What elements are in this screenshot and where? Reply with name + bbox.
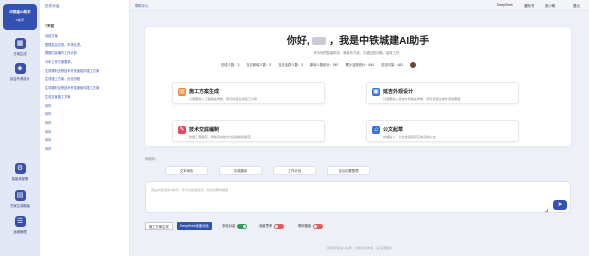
stat-online: 在线人数：3 xyxy=(221,63,240,67)
logout-link[interactable]: 退出 xyxy=(573,3,580,8)
notice-link[interactable]: 通知书 xyxy=(524,3,534,8)
footer-disclaimer: 所有回答由AI生成，内容仅供参考，请仔细甄别 xyxy=(327,246,392,250)
sidebar-item-label: 智能体配置 xyxy=(11,177,29,181)
document-icon: ▤ xyxy=(178,88,186,96)
history-item[interactable]: 生成顺利交桥技术开发面组件施工方案 xyxy=(45,84,129,93)
multiturn-label: 多轮对话 xyxy=(222,224,236,228)
stat-daily-active: 当日活跃人数：3 xyxy=(278,63,304,67)
sidebar-item-ops[interactable]: ☰ 运维管理 xyxy=(0,216,40,234)
multiturn-toggle[interactable]: 多轮对话 xyxy=(222,222,248,230)
send-button[interactable]: ➤ xyxy=(553,200,567,210)
stats-row: 在线人数：3 当日新增人数：3 当日活跃人数：3 新增人数统计：567 累计活跃… xyxy=(221,62,422,69)
history-item[interactable]: 你好 xyxy=(45,128,129,137)
quick-prompt-minutes[interactable]: 会议纪要整理 xyxy=(327,166,370,175)
card-construction-plan[interactable]: ▤ 施工方案生成 只需要输入工程相关参数，即可快速生成施工方案 xyxy=(172,82,325,104)
app-logo[interactable]: 中铁建AI助手 AI助手 xyxy=(3,4,37,30)
help-center-link[interactable]: 帮助中心 xyxy=(135,3,149,8)
history-item[interactable]: 你好 xyxy=(45,110,129,119)
history-item[interactable]: 生成顺利交桥技术开发面组件施工方案 xyxy=(45,67,129,76)
sidebar-item-agent-config[interactable]: ⚙ 智能体配置 xyxy=(0,163,40,181)
chat-input-placeholder: 我是中铁城建AI助手，你可以给我提问，然后我帮你解答 xyxy=(151,188,229,192)
sidebar-item-label: 方案生成 xyxy=(13,52,27,56)
stat-daily-new: 当日新增人数：3 xyxy=(246,63,272,67)
history-title: 历史对话 xyxy=(45,4,60,8)
main-sidebar: 中铁建AI助手 AI助手 ▦ 方案生成 ◈ 延吉外观设计 ⚙ 智能体配置 ▤ 方… xyxy=(0,0,40,256)
stack-icon: ☰ xyxy=(14,216,26,227)
stat-active-total: 累计活跃统计：654 xyxy=(345,63,375,67)
sidebar-item-design[interactable]: ◈ 延吉外观设计 xyxy=(0,63,40,81)
image-icon: ▣ xyxy=(372,88,380,96)
card-description: 只需要输入延吉外观相关参数，即可快速生成外观效果图 xyxy=(383,97,461,101)
sidebar-item-label: 延吉外观设计 xyxy=(10,77,30,81)
history-item[interactable]: 你好 xyxy=(45,102,129,111)
construction-plan-button[interactable]: 施工方案生成 xyxy=(145,222,173,230)
sidebar-item-label: 运维管理 xyxy=(13,230,27,234)
avatar[interactable] xyxy=(409,62,416,69)
card-title: 延吉外观设计 xyxy=(383,89,414,95)
bell-icon: ♫ xyxy=(372,126,380,134)
toggle-switch-off[interactable] xyxy=(313,223,324,229)
toggle-switch-on[interactable] xyxy=(237,223,248,229)
greeting-prefix: 你好, xyxy=(286,36,310,47)
stat-visits: 总访问量：463 xyxy=(380,63,403,67)
card-title: 公文起草 xyxy=(383,127,404,133)
quick-prompt-work-plan[interactable]: 工作计划 xyxy=(273,166,316,175)
greeting-title: 你好, ，我是中铁城建AI助手 xyxy=(145,32,571,47)
greeting-subtitle: 作为你的智能助手，我能写方案，又能回答问题，高效工作。 xyxy=(313,51,403,55)
template-icon: ▤ xyxy=(14,190,26,201)
card-description: 依据工程规范，帮助完成技术交底编制和规范 xyxy=(189,135,251,139)
stat-new-total: 新增人数统计：567 xyxy=(309,63,339,67)
history-list: 请给方案 整理会议记录，市场比重。 根据内容编写工作计划 今年工作方案要求。 生… xyxy=(45,32,129,154)
welcome-panel: 你好, ，我是中铁城建AI助手 作为你的智能助手，我能写方案，又能回答问题，高效… xyxy=(145,27,571,146)
deepseek-link[interactable]: DeepSeek xyxy=(497,3,513,7)
card-description: 只需要输入工程相关参数，即可快速生成施工方案 xyxy=(189,97,258,101)
sidebar-item-templates[interactable]: ▤ 方案生成模板 xyxy=(0,190,40,208)
deepseek-button[interactable]: DeepSeek深度对话 xyxy=(177,222,212,230)
card-title: 技术交底编制 xyxy=(189,127,220,133)
card-title: 施工方案生成 xyxy=(189,89,220,95)
history-item[interactable]: 你好 xyxy=(45,119,129,128)
history-item[interactable]: 你好 xyxy=(45,145,129,154)
toggle-switch-off[interactable] xyxy=(274,223,285,229)
history-item[interactable]: 你好 xyxy=(45,136,129,145)
card-description: 依据输入，公文快速起草高效完成公文 xyxy=(383,135,436,139)
history-section-label: 7天前 xyxy=(45,24,55,28)
websearch-toggle[interactable]: 联网搜索 xyxy=(298,222,324,230)
logo-subtitle: AI助手 xyxy=(15,18,25,22)
resize-handle-icon[interactable] xyxy=(545,209,548,212)
deepthink-toggle[interactable]: 深度思考 xyxy=(259,222,285,230)
quick-prompt-polish[interactable]: 文本润色 xyxy=(165,166,208,175)
deepthink-label: 深度思考 xyxy=(259,224,273,228)
redacted-name xyxy=(312,37,327,46)
chat-input[interactable]: 我是中铁城建AI助手，你可以给我提问，然后我帮你解答 xyxy=(145,181,571,213)
sidebar-item-label: 方案生成模板 xyxy=(10,204,30,208)
grid-icon: ▦ xyxy=(14,38,26,49)
history-panel: 历史对话 7天前 请给方案 整理会议记录，市场比重。 根据内容编写工作计划 今年… xyxy=(40,0,130,256)
top-bar: 帮助中心 DeepSeek 通知书 张小明 退出 xyxy=(130,0,589,11)
logo-title: 中铁建AI助手 xyxy=(9,10,31,14)
send-icon: ➤ xyxy=(557,202,563,208)
palette-icon: ◈ xyxy=(14,63,26,74)
greeting-suffix: ，我是中铁城建AI助手 xyxy=(329,36,430,47)
card-document-draft[interactable]: ♫ 公文起草 依据输入，公文快速起草高效完成公文 xyxy=(366,120,519,142)
history-item[interactable]: 生成施工方案，优化流程 xyxy=(45,75,129,84)
websearch-label: 联网搜索 xyxy=(298,224,312,228)
history-item[interactable]: 今年工作方案要求。 xyxy=(45,58,129,67)
book-icon: ✎ xyxy=(178,126,186,134)
card-exterior-design[interactable]: ▣ 延吉外观设计 只需要输入延吉外观相关参数，即可快速生成外观效果图 xyxy=(366,82,519,104)
user-name[interactable]: 张小明 xyxy=(545,3,555,8)
history-item[interactable]: 生成方案施工方案 xyxy=(45,93,129,102)
quick-prompt-label: 你想问： xyxy=(145,157,159,161)
gear-icon: ⚙ xyxy=(14,163,26,174)
card-tech-briefing[interactable]: ✎ 技术交底编制 依据工程规范，帮助完成技术交底编制和规范 xyxy=(172,120,325,142)
sidebar-item-plan[interactable]: ▦ 方案生成 xyxy=(0,38,40,56)
history-item[interactable]: 整理会议记录，市场比重。 xyxy=(45,41,129,50)
history-item[interactable]: 请给方案 xyxy=(45,32,129,41)
history-item[interactable]: 根据内容编写工作计划 xyxy=(45,49,129,58)
quick-prompt-translate[interactable]: 中英翻译 xyxy=(219,166,262,175)
